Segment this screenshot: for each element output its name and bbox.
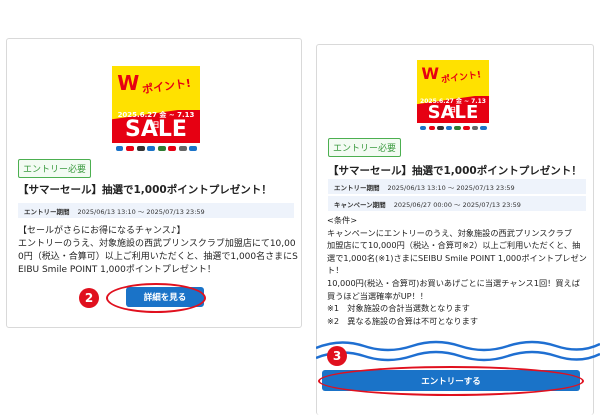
entry-period-row: エントリー期間 2025/06/13 13:10 ～ 2025/07/13 23… bbox=[328, 179, 586, 194]
entry-required-badge: エントリー必要 bbox=[18, 159, 92, 178]
campaign-summary: 【セールがさらにお得になるチャンス♪】 エントリーのうえ、対象施設の西武プリンス… bbox=[18, 225, 298, 277]
campaign-period-row: キャンペーン期間 2025/06/27 00:00 ～ 2025/07/13 2… bbox=[328, 196, 586, 211]
step-marker-3: 3 bbox=[327, 346, 347, 366]
condition-line: 選で1,000名(※1)さまにSEIBU Smile POINT 1,000ポイ… bbox=[327, 252, 587, 263]
campaign-title: 【サマーセール】抽選で1,000ポイントプレゼント！ bbox=[18, 184, 272, 196]
sponsor-logo-strip bbox=[112, 143, 200, 154]
summer-sale-banner: W ポイント! 2025.6.27 金 ~ 7.13 日 SALE bbox=[112, 66, 200, 154]
banner-sale-text: SALE bbox=[427, 101, 479, 123]
summer-sale-banner: W ポイント! 2025.6.27 金 ~ 7.13 日 SALE bbox=[417, 60, 489, 132]
condition-line: ト！ bbox=[327, 265, 344, 276]
entry-period-label: エントリー期間 bbox=[334, 183, 380, 192]
condition-line: 加盟店にて10,000円（税込・合算可※2）以上ご利用いただくと、抽 bbox=[327, 240, 581, 251]
campaign-title: 【サマーセール】抽選で1,000ポイントプレゼント！ bbox=[328, 165, 582, 177]
condition-line: ※1 対象施設の合計当選数となります bbox=[327, 303, 470, 314]
entry-period-label: エントリー期間 bbox=[24, 207, 70, 216]
wavy-separator bbox=[316, 340, 600, 362]
summary-line: EIBU Smile POINT 1,000ポイントプレゼント！ bbox=[18, 265, 216, 275]
condition-line: <条件> bbox=[327, 215, 358, 225]
entry-period-row: エントリー期間 2025/06/13 13:10 ～ 2025/07/13 23… bbox=[18, 203, 294, 218]
highlight-ring-entry bbox=[318, 366, 584, 396]
summary-line: 0円（税込・合算可）以上ご利用いただくと、抽選で1,000名さまにS bbox=[18, 252, 298, 262]
summary-line: 【セールがさらにお得になるチャンス♪】 bbox=[18, 226, 186, 236]
step-marker-2: 2 bbox=[79, 288, 99, 308]
banner-sale-text: SALE bbox=[125, 117, 187, 143]
highlight-ring-detail bbox=[106, 283, 206, 313]
entry-period-value: 2025/06/13 13:10 ～ 2025/07/13 23:59 bbox=[77, 207, 205, 216]
campaign-period-value: 2025/06/27 00:00 ～ 2025/07/13 23:59 bbox=[393, 200, 521, 209]
condition-line: 買うほど当選確率がUP！！ bbox=[327, 290, 428, 301]
campaign-period-label: キャンペーン期間 bbox=[334, 200, 386, 209]
condition-line: 10,000円(税込・合算可)お買いあげごとに当選チャンス1回！買えば bbox=[327, 277, 580, 288]
campaign-conditions: <条件> キャンペーンにエントリーのうえ、対象施設の西武プリンスクラブ 加盟店に… bbox=[327, 214, 589, 327]
entry-required-badge: エントリー必要 bbox=[328, 138, 402, 157]
banner-w-text: W bbox=[421, 64, 439, 84]
entry-period-value: 2025/06/13 13:10 ～ 2025/07/13 23:59 bbox=[387, 183, 515, 192]
banner-w-text: W bbox=[117, 71, 139, 96]
summary-line: エントリーのうえ、対象施設の西武プリンスクラブ加盟店にて10,00 bbox=[18, 239, 296, 249]
condition-line: キャンペーンにエントリーのうえ、対象施設の西武プリンスクラブ bbox=[327, 227, 573, 238]
sponsor-logo-strip bbox=[417, 123, 489, 132]
condition-line: ※2 異なる施設の合算は不可となります bbox=[327, 315, 479, 326]
